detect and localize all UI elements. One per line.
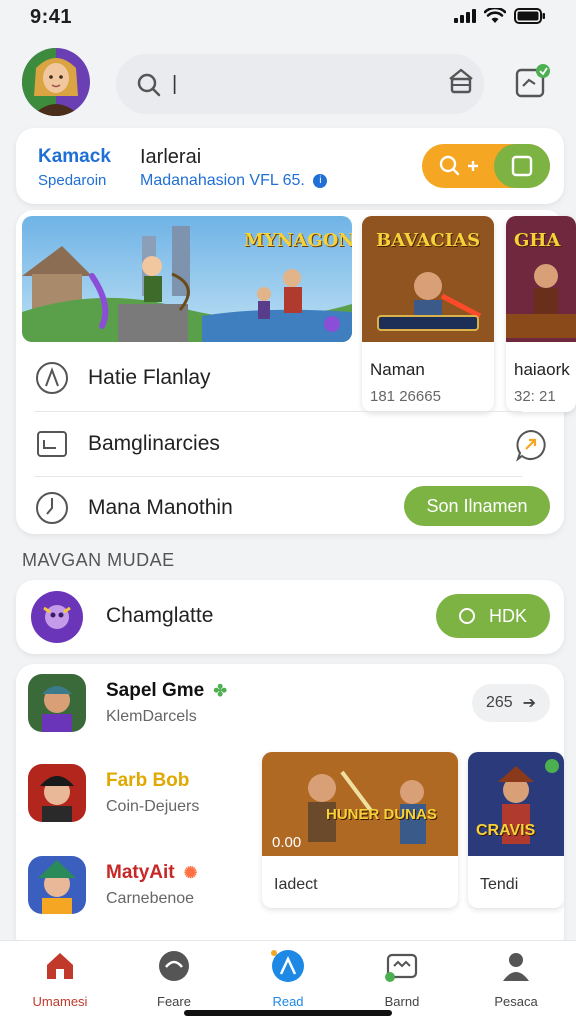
game-name-1: Sapel Gme ✤ (106, 680, 227, 701)
badge-icon: ✺ (183, 865, 198, 882)
quickbar-brand: Kamack (38, 146, 111, 167)
list-item[interactable]: MatyAit ✺ Carnebenoe (28, 856, 268, 920)
compass-icon (36, 362, 68, 394)
side-game-label-2: haiaork (514, 360, 570, 379)
share-icon[interactable] (514, 428, 548, 462)
section-title: MAVGAN MUDAE (22, 550, 175, 570)
promo-title-2: CRAVIS (476, 822, 536, 839)
tab-brand-label: Barnd (384, 994, 420, 1009)
featured-banner[interactable]: MYNAGON (22, 216, 352, 342)
more-count: 265 (485, 694, 513, 711)
tablet-icon (511, 155, 533, 177)
search-add-icon (439, 155, 478, 176)
promo-card-1[interactable]: HUNER DUNAS 0.00 Iadect (262, 752, 458, 908)
status-icons (454, 8, 546, 24)
feature-row-2-label: Bamglinarcies (88, 432, 220, 455)
search-bar[interactable] (116, 54, 484, 114)
game-icon-3 (28, 856, 86, 914)
tab-brand[interactable]: Barnd (352, 949, 452, 1009)
timer-icon (36, 492, 68, 524)
tab-feed-label: Feare (157, 994, 191, 1009)
tab-profile[interactable]: Pesaca (466, 949, 566, 1009)
side-game-value-2: 32: 21 (514, 388, 556, 405)
featured-banner-title: MYNAGON (244, 230, 352, 251)
gamepad-icon (385, 953, 418, 982)
profile-avatar[interactable] (22, 48, 90, 116)
home-icon (47, 953, 73, 979)
feature-row-2[interactable]: Bamglinarcies (34, 416, 554, 472)
game-icon-2 (28, 764, 86, 822)
challenge-icon (31, 591, 83, 643)
feature-row-1[interactable]: Hatie Flanlay (34, 350, 211, 406)
challenge-button-label: HDK (488, 605, 527, 626)
search-icon (137, 73, 161, 97)
game-icon-1 (28, 674, 86, 732)
info-icon[interactable]: i (313, 173, 328, 188)
tab-profile-label: Pesaca (494, 994, 538, 1009)
quickbar-title: Iarlerai (140, 146, 202, 168)
promo-card-2[interactable]: CRAVIS Tendi (468, 752, 564, 908)
quickbar-description: Madanahasion VFL 65. i (140, 172, 328, 190)
feature-action-button[interactable]: Son Ilnamen (404, 486, 550, 526)
game-list-card: Sapel Gme ✤ KlemDarcels Farb Bob Coin-De… (16, 664, 564, 954)
promo-label-2: Tendi (480, 876, 519, 893)
game-sub-3: Carnebenoe (106, 890, 195, 907)
store-icon[interactable] (446, 66, 476, 96)
divider (34, 411, 522, 412)
wifi-icon (484, 8, 506, 23)
promo-title-1: HUNER DUNAS (326, 806, 437, 823)
battery-icon (514, 8, 545, 24)
feature-row-1-label: Hatie Flanlay (88, 366, 211, 389)
notifications-button[interactable] (512, 62, 552, 102)
promo-image-2 (468, 752, 564, 856)
side-game-title-1: BAVACIAS (376, 230, 481, 251)
home-indicator (184, 1010, 392, 1016)
game-sub-1: KlemDarcels (106, 708, 197, 725)
helmet-icon (159, 951, 189, 981)
search-input[interactable] (172, 68, 322, 100)
tab-home-label: Umamesi (32, 994, 88, 1009)
rocket-icon (271, 950, 304, 982)
game-name-3: MatyAit ✺ (106, 862, 198, 883)
notes-icon (515, 64, 550, 98)
list-item[interactable]: Farb Bob Coin-Dejuers (28, 764, 268, 828)
cellular-signal-icon (454, 9, 476, 23)
person-icon (503, 953, 529, 981)
game-name-2: Farb Bob (106, 770, 190, 791)
promo-tag-1: 0.00 (272, 834, 302, 851)
challenge-label: Chamglatte (106, 604, 214, 627)
tablet-button[interactable] (494, 144, 550, 188)
more-button[interactable]: 265 ➔ (472, 684, 550, 722)
side-game-value-1: 181 26665 (370, 388, 441, 405)
side-game-title-2: GHA (514, 230, 561, 251)
quickbar-description-text: Madanahasion VFL 65. (140, 172, 305, 189)
list-item[interactable]: Sapel Gme ✤ KlemDarcels (28, 674, 268, 738)
challenge-card[interactable]: Chamglatte HDK (16, 580, 564, 654)
quickbar-brand-sub: Spedaroin (38, 172, 107, 189)
tab-read-label: Read (272, 994, 304, 1009)
status-bar: 9:41 (0, 0, 576, 36)
game-sub-2: Coin-Dejuers (106, 798, 200, 815)
clover-icon: ✤ (213, 683, 227, 700)
side-game-card-2[interactable]: GHA haiaork 32: 21 (506, 216, 576, 412)
promo-label-1: Iadect (274, 876, 318, 893)
divider (34, 476, 522, 477)
featured-card: MYNAGON BAVACIAS Naman 181 26665 GHA hai… (16, 210, 576, 534)
play-circle-icon (458, 608, 475, 624)
tab-home[interactable]: Umamesi (10, 949, 110, 1009)
arrow-right-icon: ➔ (522, 695, 537, 712)
top-bar (22, 46, 562, 118)
status-time: 9:41 (30, 6, 73, 28)
challenge-button[interactable]: HDK (436, 594, 550, 638)
quick-access-card[interactable]: Kamack Spedaroin Iarlerai Madanahasion V… (16, 128, 564, 204)
tab-feed[interactable]: Feare (124, 949, 224, 1009)
search-add-pill[interactable] (422, 144, 550, 188)
side-game-card-1[interactable]: BAVACIAS Naman 181 26665 (362, 216, 494, 412)
tab-read[interactable]: Read (238, 949, 338, 1009)
frame-icon (37, 431, 67, 457)
feature-row-3-label: Mana Manothin (88, 496, 233, 519)
side-game-label-1: Naman (370, 360, 425, 379)
